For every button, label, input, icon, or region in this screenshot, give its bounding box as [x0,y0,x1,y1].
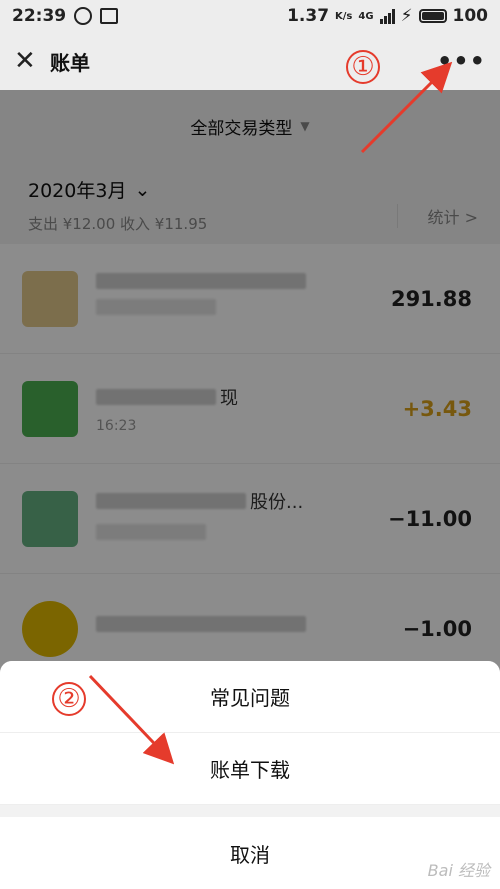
battery-icon [418,9,447,23]
network-type: 4G [358,10,374,22]
network-speed: 1.37 [287,6,330,26]
status-time: 22:39 [12,6,67,26]
close-icon[interactable]: ✕ [14,46,44,76]
annotation-one: ① [346,50,380,84]
nav-bar: ✕ 账单 ••• [0,32,500,90]
network-speed-unit: K/s [335,10,353,22]
annotation-two-label: ② [57,684,81,714]
annotation-two: ② [52,682,86,716]
watermark: Bai 经验 [427,861,490,880]
sheet-divider [0,805,500,817]
cancel-button[interactable]: 取消 [0,817,500,889]
charging-icon: ⚡ [400,6,413,26]
battery-level: 100 [452,6,489,26]
image-icon [100,8,119,24]
bill-download-button[interactable]: 账单下载 [0,733,500,805]
more-options-icon[interactable]: ••• [437,47,486,75]
notification-icon [74,7,93,25]
status-bar: 22:39 1.37 K/s 4G ⚡ 100 [0,0,500,32]
signal-icon [379,8,395,24]
page-title: 账单 [50,50,90,75]
annotation-one-label: ① [351,52,375,82]
